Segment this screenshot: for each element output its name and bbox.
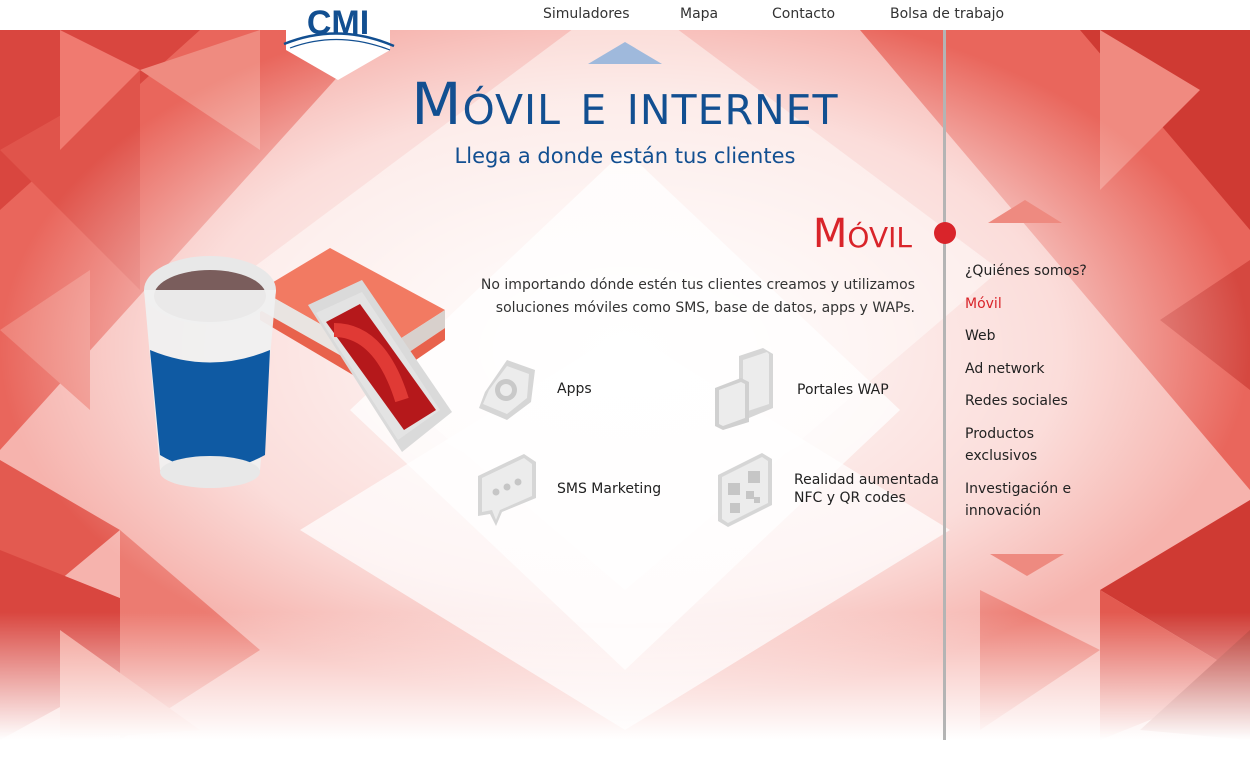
page-title: Móvil e internet	[411, 70, 839, 138]
sidebar-item-web[interactable]: Web	[965, 325, 1115, 347]
nav-mapa[interactable]: Mapa	[680, 6, 718, 22]
wap-portal-icon[interactable]	[715, 348, 775, 434]
chat-bubble-icon[interactable]	[476, 454, 538, 532]
service-sms-marketing[interactable]: SMS Marketing	[557, 480, 661, 498]
triangle-up-icon[interactable]	[988, 200, 1062, 224]
service-apps[interactable]: Apps	[557, 380, 592, 398]
decorative-triangle-icon	[588, 42, 662, 64]
service-realidad-aumentada[interactable]: Realidad aumentada NFC y QR codes	[794, 471, 939, 507]
service-portales-wap[interactable]: Portales WAP	[797, 381, 889, 399]
nav-simuladores[interactable]: Simuladores	[543, 6, 630, 22]
page-subtitle: Llega a donde están tus clientes	[454, 144, 796, 168]
sidebar-item-label: Investigación e	[965, 481, 1072, 497]
triangle-down-icon[interactable]	[990, 554, 1064, 578]
sidebar-item-label: Productos	[965, 426, 1035, 442]
service-label-line-2: NFC y QR codes	[794, 490, 906, 506]
vertical-divider	[943, 30, 946, 740]
intro-line-1: No importando dónde estén tus clientes c…	[480, 277, 915, 293]
section-title: Móvil	[812, 211, 912, 257]
sidebar-item-quienes-somos[interactable]: ¿Quiénes somos?	[965, 260, 1115, 282]
qr-code-icon[interactable]	[716, 453, 774, 531]
active-section-dot	[934, 222, 956, 244]
intro-line-2: soluciones móviles como SMS, base de dat…	[495, 300, 915, 316]
sidebar-item-redes-sociales[interactable]: Redes sociales	[965, 390, 1115, 412]
sidebar-item-investigacion-innovacion[interactable]: Investigación e innovación	[965, 478, 1115, 522]
sidebar-item-label: innovación	[965, 503, 1042, 519]
sidebar-item-ad-network[interactable]: Ad network	[965, 358, 1115, 380]
section-intro: No importando dónde estén tus clientes c…	[480, 274, 915, 320]
cmi-logo[interactable]: CMI	[276, 0, 400, 80]
nav-bolsa-de-trabajo[interactable]: Bolsa de trabajo	[890, 6, 1004, 22]
nav-contacto[interactable]: Contacto	[772, 6, 835, 22]
sidebar-item-movil[interactable]: Móvil	[965, 293, 1115, 315]
sidebar-item-label: exclusivos	[965, 448, 1038, 464]
hexagon-nut-icon[interactable]	[475, 356, 539, 428]
service-label-line-1: Realidad aumentada	[794, 472, 939, 488]
hero-illustration	[140, 240, 470, 500]
sidebar-item-productos-exclusivos[interactable]: Productos exclusivos	[965, 423, 1115, 467]
